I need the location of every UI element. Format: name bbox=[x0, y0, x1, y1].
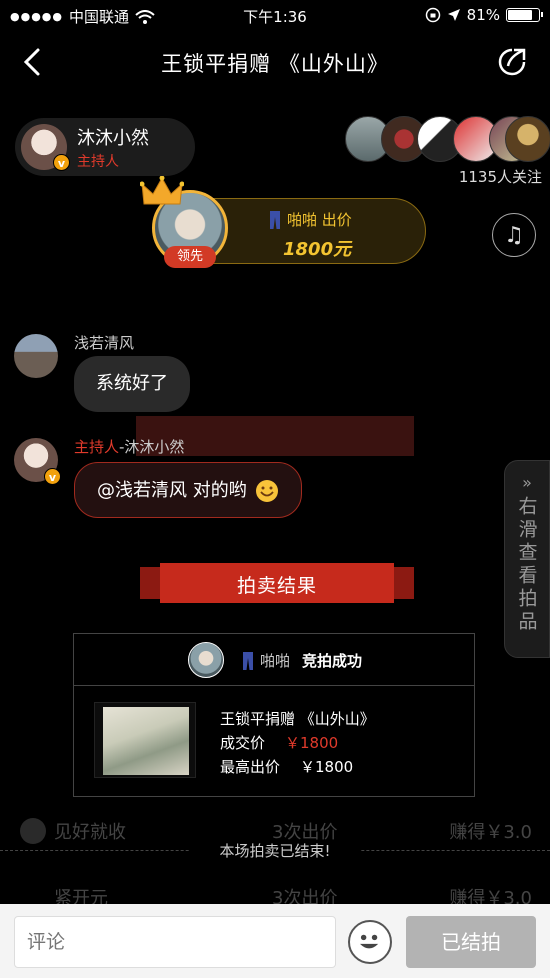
follower-count: 1135人关注 bbox=[458, 168, 542, 186]
host-name: 沐沐小然 bbox=[77, 128, 149, 149]
nav-bar: 王锁平捐赠 《山外山》 bbox=[0, 32, 550, 94]
auction-ended-notice: 本场拍卖已结束! bbox=[190, 840, 360, 861]
rank-icon bbox=[20, 818, 46, 844]
result-title: 拍卖结果 bbox=[236, 575, 317, 597]
jeans-icon bbox=[270, 210, 280, 229]
deal-price: ￥1800 bbox=[285, 734, 339, 752]
winner-state: 竞拍成功 bbox=[302, 652, 363, 670]
top-bidder: 啪啪 出价 bbox=[269, 209, 352, 230]
row-label: 紧开元 bbox=[54, 888, 108, 904]
battery-fill bbox=[508, 10, 533, 20]
sender-role: 主持人 bbox=[74, 438, 120, 456]
lot-image[interactable] bbox=[94, 702, 196, 778]
verified-badge-icon: v bbox=[44, 468, 61, 485]
verified-badge-icon: v bbox=[53, 154, 70, 171]
emoji-icon[interactable] bbox=[348, 920, 392, 964]
music-icon[interactable]: ♫ bbox=[492, 213, 536, 257]
leader-tag: 领先 bbox=[164, 246, 216, 268]
host-message-bubble: @浅若清风 对的哟 bbox=[74, 462, 302, 518]
status-bar: ●●●●● 中国联通 下午1:36 81% bbox=[0, 0, 550, 32]
sender-name: -沐沐小然 bbox=[119, 438, 185, 456]
top-bidder-label: 啪啪 出价 bbox=[287, 211, 352, 229]
deal-label: 成交价 bbox=[220, 734, 266, 752]
high-price: ￥1800 bbox=[300, 758, 354, 776]
winner-name: 啪啪 bbox=[260, 652, 291, 670]
result-card[interactable]: 啪啪 竞拍成功 王锁平捐赠 《山外山》 成交价 ￥1800 最高出价 ￥1800 bbox=[73, 633, 475, 797]
share-icon[interactable] bbox=[496, 46, 528, 78]
jeans-icon bbox=[243, 651, 253, 670]
row-label: 见好就收 bbox=[54, 822, 126, 843]
crown-icon bbox=[140, 176, 184, 205]
message-sender: 主持人-沐沐小然 bbox=[74, 436, 184, 457]
lot-title: 王锁平捐赠 《山外山》 bbox=[220, 710, 375, 728]
smile-emoji-icon bbox=[255, 480, 278, 502]
background-row: 紧开元 3次出价 赚得￥3.0 bbox=[0, 884, 550, 904]
lot-painting bbox=[103, 707, 189, 775]
page-title: 王锁平捐赠 《山外山》 bbox=[161, 52, 389, 76]
chevron-right-icon: » bbox=[522, 473, 532, 492]
deal-price-line: 成交价 ￥1800 bbox=[220, 732, 338, 753]
high-price-line: 最高出价 ￥1800 bbox=[220, 756, 353, 777]
winner-avatar[interactable] bbox=[188, 642, 224, 678]
rotation-lock-icon bbox=[425, 7, 440, 23]
location-icon bbox=[447, 9, 460, 21]
status-right: 81% bbox=[425, 6, 543, 24]
follower-avatars[interactable] bbox=[345, 116, 550, 166]
row-gain: 赚得￥3.0 bbox=[449, 888, 532, 904]
user-avatar[interactable] bbox=[14, 334, 58, 378]
auction-ended-button[interactable]: 已结拍 bbox=[406, 916, 536, 968]
winner-line: 啪啪 竞拍成功 bbox=[242, 650, 362, 671]
back-icon[interactable] bbox=[18, 44, 48, 80]
result-header: 啪啪 竞拍成功 bbox=[74, 634, 474, 686]
swipe-lot-tab[interactable]: » 右滑查看拍品 bbox=[504, 460, 550, 658]
result-ribbon-label-wrap: 拍卖结果 bbox=[140, 563, 414, 603]
bottom-bar: 已结拍 bbox=[0, 904, 550, 978]
message-bubble: 系统好了 bbox=[74, 356, 190, 412]
message-sender: 浅若清风 bbox=[74, 334, 135, 352]
high-label: 最高出价 bbox=[220, 758, 281, 776]
battery-percent: 81% bbox=[466, 6, 500, 24]
swipe-lot-label: 右滑查看拍品 bbox=[515, 496, 538, 634]
top-bid-price: 1800元 bbox=[283, 239, 352, 260]
follower-avatar[interactable] bbox=[505, 116, 550, 162]
row-gain: 赚得￥3.0 bbox=[449, 822, 532, 843]
row-bids: 3次出价 bbox=[272, 888, 338, 904]
comment-input[interactable] bbox=[14, 916, 336, 968]
battery-icon bbox=[506, 8, 543, 22]
message-text: @浅若清风 对的哟 bbox=[97, 480, 247, 501]
host-role: 主持人 bbox=[77, 154, 119, 170]
host-card[interactable]: v 沐沐小然 主持人 bbox=[15, 118, 195, 176]
